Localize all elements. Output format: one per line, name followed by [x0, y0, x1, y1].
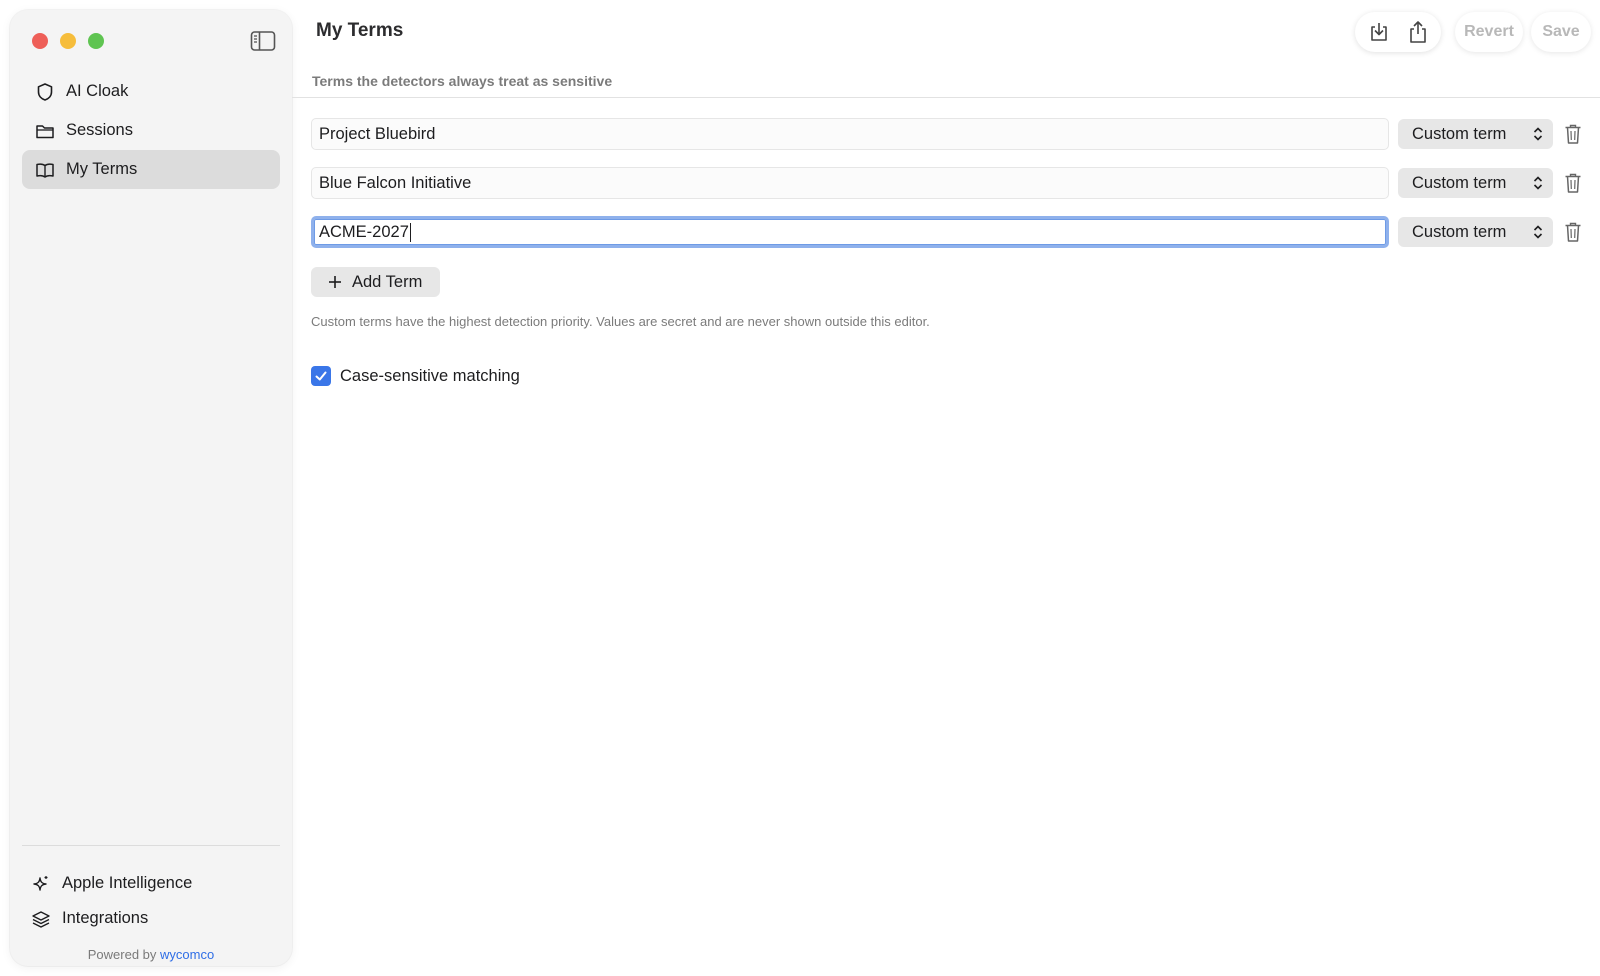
sidebar-item-label: Sessions — [66, 121, 133, 139]
chevron-updown-icon — [1533, 224, 1543, 240]
header-divider — [292, 97, 1600, 98]
toolbar-icon-group — [1355, 12, 1441, 52]
powered-by: Powered by wycomco — [10, 947, 292, 962]
term-value-field[interactable]: ACME-2027 — [311, 216, 1389, 248]
revert-button[interactable]: Revert — [1455, 12, 1523, 52]
term-kind-label: Custom term — [1412, 173, 1507, 192]
app-window: AI Cloak Sessions My Terms Apple Intelli… — [0, 0, 1600, 976]
sidebar-nav: AI Cloak Sessions My Terms — [22, 72, 280, 189]
term-value-field[interactable]: Project Bluebird — [311, 118, 1389, 150]
case-sensitive-option: Case-sensitive matching — [311, 366, 520, 386]
checkmark-icon — [315, 371, 327, 381]
add-term-button[interactable]: Add Term — [311, 267, 440, 297]
sparkle-icon — [30, 873, 52, 895]
sidebar-item-sessions[interactable]: Sessions — [22, 111, 280, 150]
book-icon — [34, 159, 56, 181]
term-value-field[interactable]: Blue Falcon Initiative — [311, 167, 1389, 199]
trash-icon[interactable] — [1564, 221, 1582, 243]
term-value-text: ACME-2027 — [319, 222, 409, 241]
term-value-text: Blue Falcon Initiative — [319, 173, 472, 192]
sidebar: AI Cloak Sessions My Terms Apple Intelli… — [10, 10, 292, 966]
add-term-label: Add Term — [352, 272, 423, 291]
page-title: My Terms — [316, 20, 404, 41]
powered-by-prefix: Powered by — [87, 947, 157, 962]
term-row: ACME-2027 Custom term — [311, 216, 1587, 265]
sidebar-item-label: Integrations — [62, 909, 149, 927]
plus-icon — [327, 274, 343, 290]
trash-icon[interactable] — [1564, 172, 1582, 194]
save-button[interactable]: Save — [1531, 12, 1591, 52]
help-text: Custom terms have the highest detection … — [311, 314, 930, 329]
shield-icon — [34, 81, 56, 103]
sidebar-divider — [22, 845, 280, 846]
folder-icon — [34, 120, 56, 142]
sidebar-item-label: Apple Intelligence — [62, 874, 193, 892]
minimize-window-button[interactable] — [60, 33, 76, 49]
term-kind-select[interactable]: Custom term — [1398, 119, 1553, 149]
term-kind-select[interactable]: Custom term — [1398, 168, 1553, 198]
layers-icon — [30, 908, 52, 930]
case-sensitive-label: Case-sensitive matching — [340, 366, 520, 385]
sidebar-bottom-nav: Apple Intelligence Integrations — [30, 866, 280, 936]
sidebar-item-label: AI Cloak — [66, 82, 129, 100]
zoom-window-button[interactable] — [88, 33, 104, 49]
powered-by-link[interactable]: wycomco — [160, 947, 214, 962]
import-icon[interactable] — [1361, 14, 1397, 50]
case-sensitive-checkbox[interactable] — [311, 366, 331, 386]
sidebar-item-my-terms[interactable]: My Terms — [22, 150, 280, 189]
term-kind-label: Custom term — [1412, 222, 1507, 241]
sidebar-item-ai-cloak[interactable]: AI Cloak — [22, 72, 280, 111]
share-icon[interactable] — [1400, 14, 1436, 50]
term-list: Project Bluebird Custom term Blue Falcon… — [311, 118, 1587, 265]
chevron-updown-icon — [1533, 126, 1543, 142]
sidebar-toggle-icon[interactable] — [250, 30, 276, 52]
close-window-button[interactable] — [32, 33, 48, 49]
chevron-updown-icon — [1533, 175, 1543, 191]
term-row: Project Bluebird Custom term — [311, 118, 1587, 167]
term-kind-select[interactable]: Custom term — [1398, 217, 1553, 247]
page-subtitle: Terms the detectors always treat as sens… — [312, 73, 613, 89]
trash-icon[interactable] — [1564, 123, 1582, 145]
term-value-text: Project Bluebird — [319, 124, 436, 143]
sidebar-item-integrations[interactable]: Integrations — [30, 901, 280, 936]
term-row: Blue Falcon Initiative Custom term — [311, 167, 1587, 216]
text-caret — [409, 222, 411, 242]
term-kind-label: Custom term — [1412, 124, 1507, 143]
sidebar-item-apple-intelligence[interactable]: Apple Intelligence — [30, 866, 280, 901]
sidebar-item-label: My Terms — [66, 160, 138, 178]
